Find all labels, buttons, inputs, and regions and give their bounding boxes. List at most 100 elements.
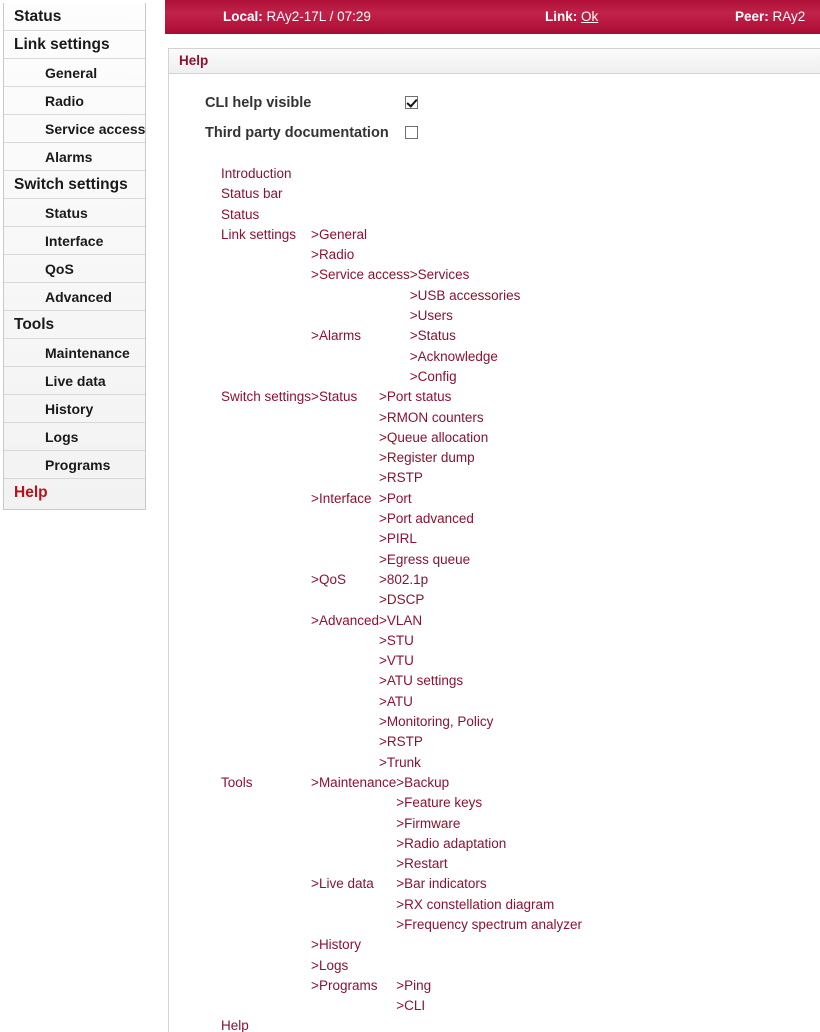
help-link[interactable]: PIRL xyxy=(387,531,417,546)
tree-arrow: > xyxy=(396,856,405,872)
help-link[interactable]: Feature keys xyxy=(404,795,482,810)
help-link[interactable]: Monitoring, Policy xyxy=(387,714,494,729)
tree-arrow: > xyxy=(378,511,387,527)
help-link[interactable]: Tools xyxy=(221,775,253,790)
help-link[interactable]: RX constellation diagram xyxy=(404,897,554,912)
sidebar-item-service-access[interactable]: Service access xyxy=(4,115,145,143)
help-link[interactable]: Radio adaptation xyxy=(404,836,506,851)
help-link[interactable]: Register dump xyxy=(387,450,475,465)
tree-node: Programs xyxy=(319,976,396,1017)
help-link[interactable]: RSTP xyxy=(387,734,423,749)
help-link[interactable]: USB accessories xyxy=(418,288,521,303)
tree-row: > Port xyxy=(379,489,474,509)
tree-arrow: > xyxy=(378,653,387,669)
sidebar-item-history[interactable]: History xyxy=(4,395,145,423)
sidebar-item-label: Help xyxy=(14,484,48,501)
help-link[interactable]: RMON counters xyxy=(387,410,484,425)
help-link[interactable]: Firmware xyxy=(404,816,460,831)
help-link[interactable]: Logs xyxy=(319,958,348,973)
help-link[interactable]: CLI xyxy=(404,998,425,1013)
tree-row: > ATU settings xyxy=(379,671,493,691)
option-label: CLI help visible xyxy=(205,95,312,111)
help-link[interactable]: Acknowledge xyxy=(418,349,498,364)
help-link[interactable]: Advanced xyxy=(319,613,379,628)
tree-children-cell xyxy=(311,1016,582,1032)
help-link[interactable]: General xyxy=(319,227,367,242)
help-link[interactable]: ATU xyxy=(387,694,413,709)
help-link[interactable]: DSCP xyxy=(387,592,425,607)
help-link[interactable]: Status xyxy=(221,207,259,222)
tree-leaf-table: > Services > USB accessories > Users xyxy=(410,265,521,326)
tree-arrow: > xyxy=(311,612,319,628)
help-link[interactable]: Trunk xyxy=(387,755,421,770)
help-link[interactable]: Queue allocation xyxy=(387,430,488,445)
sidebar-item-switch-settings[interactable]: Switch settings xyxy=(4,171,145,199)
tree-row: > Feature keys xyxy=(396,793,506,813)
help-link[interactable]: Radio xyxy=(319,247,354,262)
sidebar-item-link-settings[interactable]: Link settings xyxy=(4,31,145,59)
help-link[interactable]: Maintenance xyxy=(319,775,396,790)
help-link[interactable]: VTU xyxy=(387,653,414,668)
sidebar-item-help[interactable]: Help xyxy=(4,479,145,507)
tree-children-cell: > Backup > Feature keys > Firmware > Radio adap… xyxy=(396,773,582,874)
help-link[interactable]: Programs xyxy=(319,978,378,993)
sidebar-item-alarms[interactable]: Alarms xyxy=(4,143,145,171)
option-checkbox-cell xyxy=(389,118,429,148)
sidebar-item-label: History xyxy=(45,401,94,417)
help-link[interactable]: 802.1p xyxy=(387,572,428,587)
sidebar-item-interface[interactable]: Interface xyxy=(4,227,145,255)
sidebar-item-general[interactable]: General xyxy=(4,59,145,87)
sidebar-item-radio[interactable]: Radio xyxy=(4,87,145,115)
sidebar-item-qos[interactable]: QoS xyxy=(4,255,145,283)
help-link[interactable]: QoS xyxy=(319,572,346,587)
help-link[interactable]: Port xyxy=(387,491,412,506)
help-link[interactable]: Switch settings xyxy=(221,389,311,404)
tree-node: Services xyxy=(418,265,521,285)
help-link[interactable]: Egress queue xyxy=(387,552,470,567)
tree-arrow: > xyxy=(409,328,418,344)
help-link[interactable]: Link settings xyxy=(221,227,296,242)
sidebar-item-advanced[interactable]: Advanced xyxy=(4,283,145,311)
help-link[interactable]: Status xyxy=(319,389,357,404)
help-link[interactable]: Frequency spectrum analyzer xyxy=(404,917,582,932)
help-link[interactable]: RSTP xyxy=(387,470,423,485)
help-link[interactable]: Status xyxy=(418,328,456,343)
help-link[interactable]: Ping xyxy=(404,978,431,993)
help-link[interactable]: STU xyxy=(387,633,414,648)
help-link[interactable]: Users xyxy=(418,308,453,323)
checkbox-third-party-documentation[interactable] xyxy=(404,126,418,140)
sidebar-item-maintenance[interactable]: Maintenance xyxy=(4,339,145,367)
sidebar-item-live-data[interactable]: Live data xyxy=(4,367,145,395)
help-link[interactable]: Restart xyxy=(404,856,448,871)
tree-arrow: > xyxy=(378,490,387,506)
sidebar-item-tools[interactable]: Tools xyxy=(4,311,145,339)
status-link-value[interactable]: Ok xyxy=(581,9,598,24)
help-link[interactable]: Help xyxy=(221,1018,249,1032)
help-link[interactable]: History xyxy=(319,937,361,952)
help-link[interactable]: Config xyxy=(418,369,457,384)
help-link[interactable]: VLAN xyxy=(387,613,422,628)
help-link[interactable]: Introduction xyxy=(221,166,292,181)
tree-row: > Register dump xyxy=(379,448,488,468)
tree-row: > Frequency spectrum analyzer xyxy=(396,915,582,935)
help-link[interactable]: Services xyxy=(418,267,470,282)
help-link[interactable]: Port advanced xyxy=(387,511,474,526)
help-link[interactable]: Status bar xyxy=(221,186,283,201)
sidebar-item-label: Logs xyxy=(45,429,79,445)
tree-arrow: > xyxy=(378,754,387,770)
sidebar-item-logs[interactable]: Logs xyxy=(4,423,145,451)
tree-node: Service access xyxy=(319,265,410,326)
help-link[interactable]: Live data xyxy=(319,876,374,891)
sidebar-item-status[interactable]: Status xyxy=(4,3,145,31)
help-link[interactable]: Service access xyxy=(319,267,410,282)
sidebar-item-programs[interactable]: Programs xyxy=(4,451,145,479)
tree-node: RSTP xyxy=(387,468,488,488)
help-link[interactable]: Alarms xyxy=(319,328,361,343)
help-link[interactable]: Backup xyxy=(404,775,449,790)
checkbox-cli-help-visible[interactable] xyxy=(404,96,418,110)
help-link[interactable]: ATU settings xyxy=(387,673,463,688)
help-link[interactable]: Port status xyxy=(387,389,452,404)
help-link[interactable]: Bar indicators xyxy=(404,876,487,891)
sidebar-item-status[interactable]: Status xyxy=(4,199,145,227)
help-link[interactable]: Interface xyxy=(319,491,372,506)
